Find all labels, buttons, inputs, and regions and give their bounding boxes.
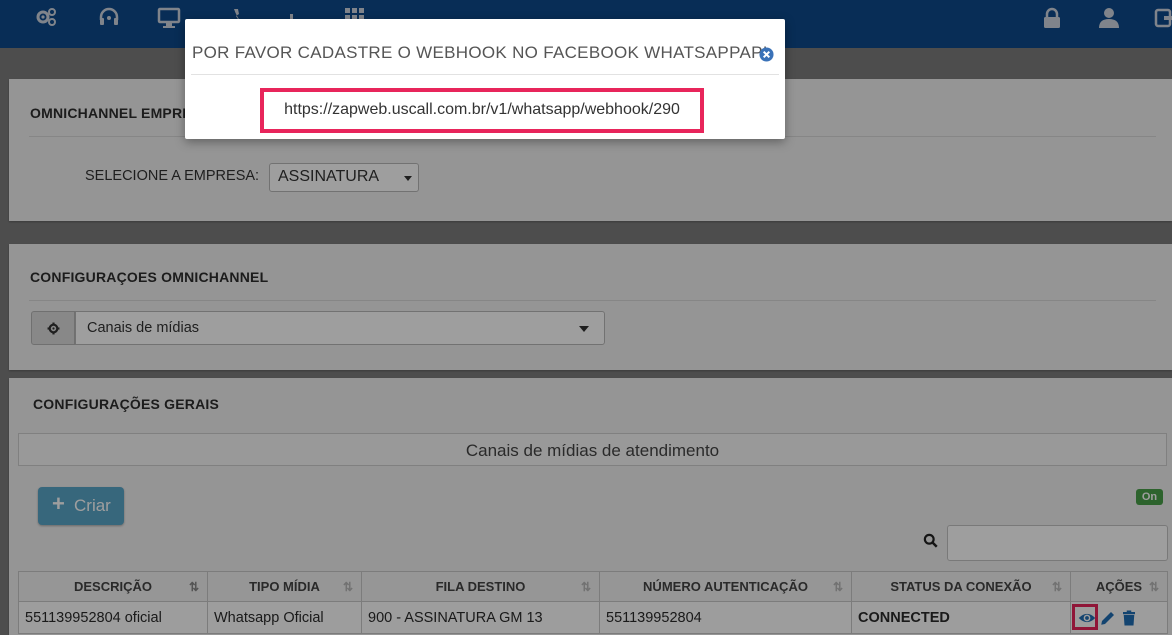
- webhook-modal: POR FAVOR CADASTRE O WEBHOOK NO FACEBOOK…: [185, 19, 785, 139]
- close-icon[interactable]: [759, 47, 774, 62]
- modal-title: POR FAVOR CADASTRE O WEBHOOK NO FACEBOOK…: [192, 43, 768, 62]
- webhook-url[interactable]: https://zapweb.uscall.com.br/v1/whatsapp…: [260, 88, 704, 133]
- divider: [191, 74, 779, 75]
